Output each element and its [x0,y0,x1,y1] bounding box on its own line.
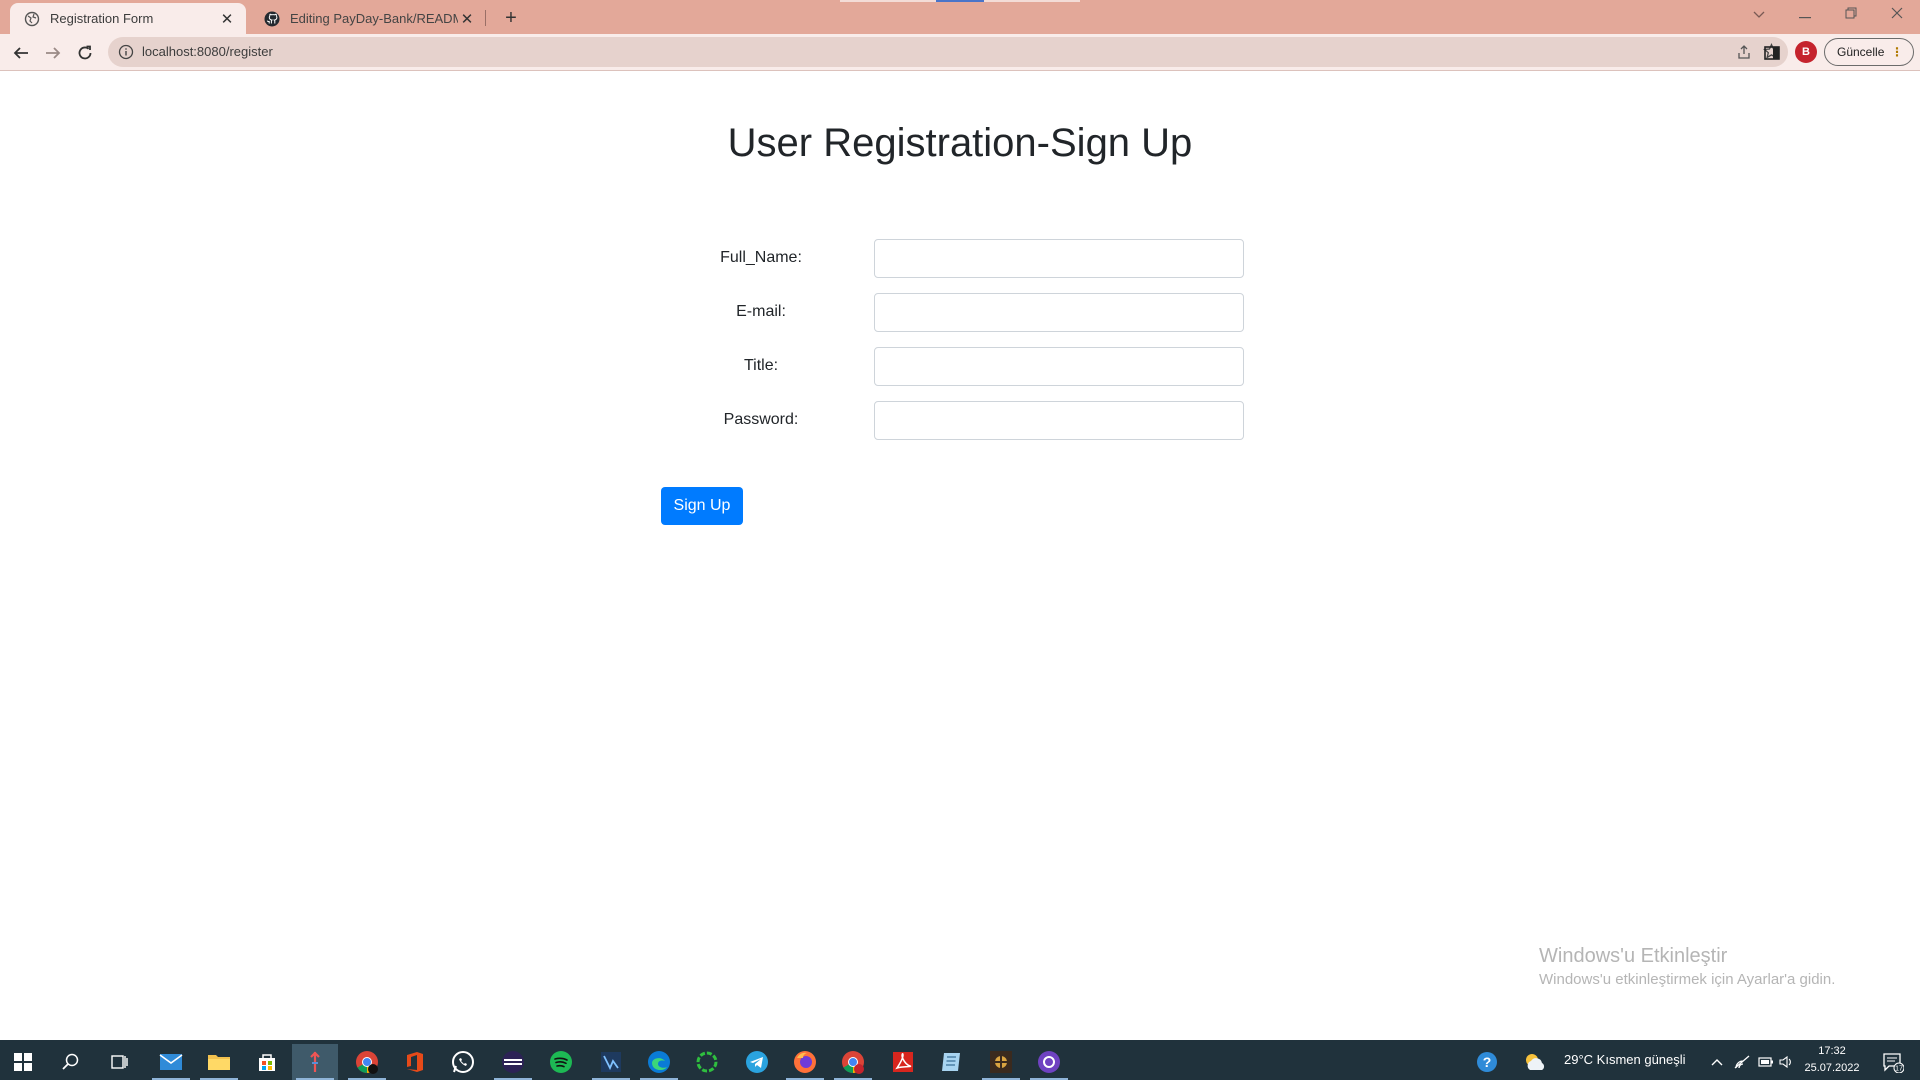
notification-count: 17 [1895,1066,1903,1073]
browser-toolbar: localhost:8080/register B Güncelle ⋮ [0,34,1920,71]
process-icon[interactable] [684,1044,730,1080]
address-bar-url[interactable]: localhost:8080/register [142,44,273,59]
search-icon[interactable] [48,1044,94,1080]
app-icon[interactable] [292,1044,338,1080]
profile-strip-accent [936,0,984,2]
windows-activation-watermark: Windows'u Etkinleştir Windows'u etkinleş… [1539,945,1835,988]
github-desktop-icon[interactable] [1026,1044,1072,1080]
globe-icon [24,11,40,26]
weather-label[interactable]: 29°C Kısmen güneşli [1564,1052,1686,1067]
eclipse-icon[interactable] [490,1044,536,1080]
minimize-icon[interactable] [1782,0,1828,30]
tab-registration-form[interactable]: Registration Form ✕ [10,3,246,34]
weather-icon[interactable] [1520,1044,1550,1080]
wifi-icon[interactable] [1730,1044,1754,1080]
tab-divider [485,10,486,26]
chrome-icon[interactable] [344,1044,390,1080]
start-windows-icon[interactable] [0,1044,46,1080]
office-icon[interactable] [392,1044,438,1080]
page-title: User Registration-Sign Up [727,121,1193,165]
github-icon [264,11,280,26]
browser-titlebar: Registration Form ✕ Editing PayDay-Bank/… [0,0,1920,34]
game-icon[interactable] [978,1044,1024,1080]
email-label: E-mail: [736,303,786,320]
back-icon[interactable] [8,40,34,66]
chrome-profile-icon[interactable] [830,1044,876,1080]
help-icon[interactable]: ? [1464,1044,1510,1080]
more-menu-icon[interactable]: ⋮ [1891,39,1903,65]
forward-icon[interactable] [40,40,66,66]
profile-strip [840,0,936,2]
acrobat-icon[interactable] [880,1044,926,1080]
full-name-label: Full_Name: [720,249,802,266]
task-view-icon[interactable] [96,1044,142,1080]
telegram-icon[interactable] [734,1044,780,1080]
edge-icon[interactable] [636,1044,682,1080]
notepad-icon[interactable] [928,1044,974,1080]
tab-readme-editor[interactable]: Editing PayDay-Bank/README.m ✕ [250,3,486,34]
profile-strip-end [984,0,1080,2]
tab-search-icon[interactable] [1736,0,1782,30]
form-row-password: Password: [690,401,1245,441]
sign-up-button[interactable]: Sign Up [661,487,743,525]
volume-icon[interactable] [1774,1044,1798,1080]
tab-title: Registration Form [50,11,154,26]
close-window-icon[interactable] [1874,0,1920,30]
tab-title: Editing PayDay-Bank/README.m [290,11,458,26]
form-row-title: Title: [690,347,1245,387]
notification-center-icon[interactable]: 17 [1870,1044,1916,1080]
close-tab-icon[interactable]: ✕ [458,10,476,28]
share-icon[interactable] [1736,44,1752,60]
full-name-field[interactable] [874,239,1244,278]
side-panel-icon[interactable] [1762,43,1782,63]
whatsapp-icon[interactable] [440,1044,486,1080]
form-row-email: E-mail: [690,293,1245,333]
store-icon[interactable] [244,1044,290,1080]
vscode-icon[interactable] [588,1044,634,1080]
svg-text:?: ? [1483,1054,1492,1070]
spotify-icon[interactable] [538,1044,584,1080]
site-info-icon[interactable] [118,44,134,60]
update-label: Güncelle [1837,45,1885,59]
address-bar[interactable]: localhost:8080/register [108,37,1788,67]
clock-date: 25.07.2022 [1804,1062,1860,1074]
form-row-full-name: Full_Name: [690,239,1245,279]
firefox-icon[interactable] [782,1044,828,1080]
clock[interactable]: 17:32 25.07.2022 [1796,1043,1868,1077]
close-tab-icon[interactable]: ✕ [218,10,236,28]
page-content: User Registration-Sign Up Full_Name: E-m… [0,71,1920,1040]
watermark-title: Windows'u Etkinleştir [1539,945,1728,967]
update-chrome-button[interactable]: Güncelle ⋮ [1824,38,1914,66]
title-field[interactable] [874,347,1244,386]
password-label: Password: [723,411,799,428]
file-explorer-icon[interactable] [196,1044,242,1080]
show-hidden-icons-chevron-icon[interactable] [1704,1044,1730,1080]
mail-icon[interactable] [148,1044,194,1080]
windows-taskbar: ? 29°C Kısmen güneşli 17:32 25.07.2022 1… [0,1040,1920,1080]
title-label: Title: [743,357,779,374]
restore-icon[interactable] [1828,0,1874,30]
new-tab-icon[interactable]: + [498,5,524,31]
profile-avatar[interactable]: B [1795,41,1817,63]
password-field[interactable] [874,401,1244,440]
clock-time: 17:32 [1818,1045,1846,1057]
reload-icon[interactable] [72,40,98,66]
watermark-subtitle: Windows'u etkinleştirmek için Ayarlar'a … [1539,971,1836,988]
email-field[interactable] [874,293,1244,332]
